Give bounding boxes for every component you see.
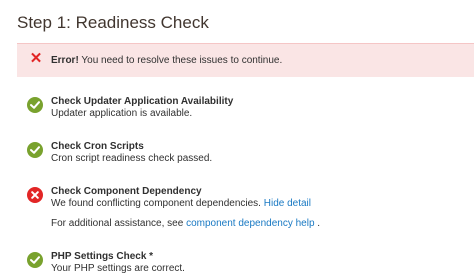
check-title: Check Component Dependency: [51, 186, 202, 197]
check-title: PHP Settings Check *: [51, 251, 154, 262]
readiness-check-page: Step 1: Readiness Check ✕ Error! You nee…: [0, 0, 474, 279]
check-passed-icon: [27, 142, 43, 158]
error-message: Error! You need to resolve these issues …: [51, 54, 282, 67]
check-description: Updater application is available.: [51, 108, 193, 119]
check-failed-icon: [27, 187, 43, 203]
check-passed-icon: [27, 97, 43, 113]
error-message-text: You need to resolve these issues to cont…: [78, 55, 283, 66]
assistance-text: For additional assistance, see component…: [51, 218, 320, 230]
assistance-suffix: .: [314, 218, 321, 229]
check-title: Check Cron Scripts: [51, 141, 144, 152]
check-description: We found conflicting component dependenc…: [51, 198, 311, 210]
component-dependency-help-link[interactable]: component dependency help: [186, 218, 314, 229]
check-title: Check Updater Application Availability: [51, 96, 234, 107]
check-passed-icon: [27, 252, 43, 268]
hide-detail-link[interactable]: Hide detail: [264, 198, 311, 209]
page-title: Step 1: Readiness Check: [17, 13, 209, 32]
check-description-text: We found conflicting component dependenc…: [51, 198, 261, 209]
error-x-icon: ✕: [29, 50, 43, 67]
check-description: Cron script readiness check passed.: [51, 153, 213, 164]
assistance-prefix: For additional assistance, see: [51, 218, 187, 229]
error-label: Error!: [51, 55, 79, 66]
check-description: Your PHP settings are correct.: [51, 263, 185, 274]
error-message-box: ✕ Error! You need to resolve these issue…: [17, 43, 474, 77]
